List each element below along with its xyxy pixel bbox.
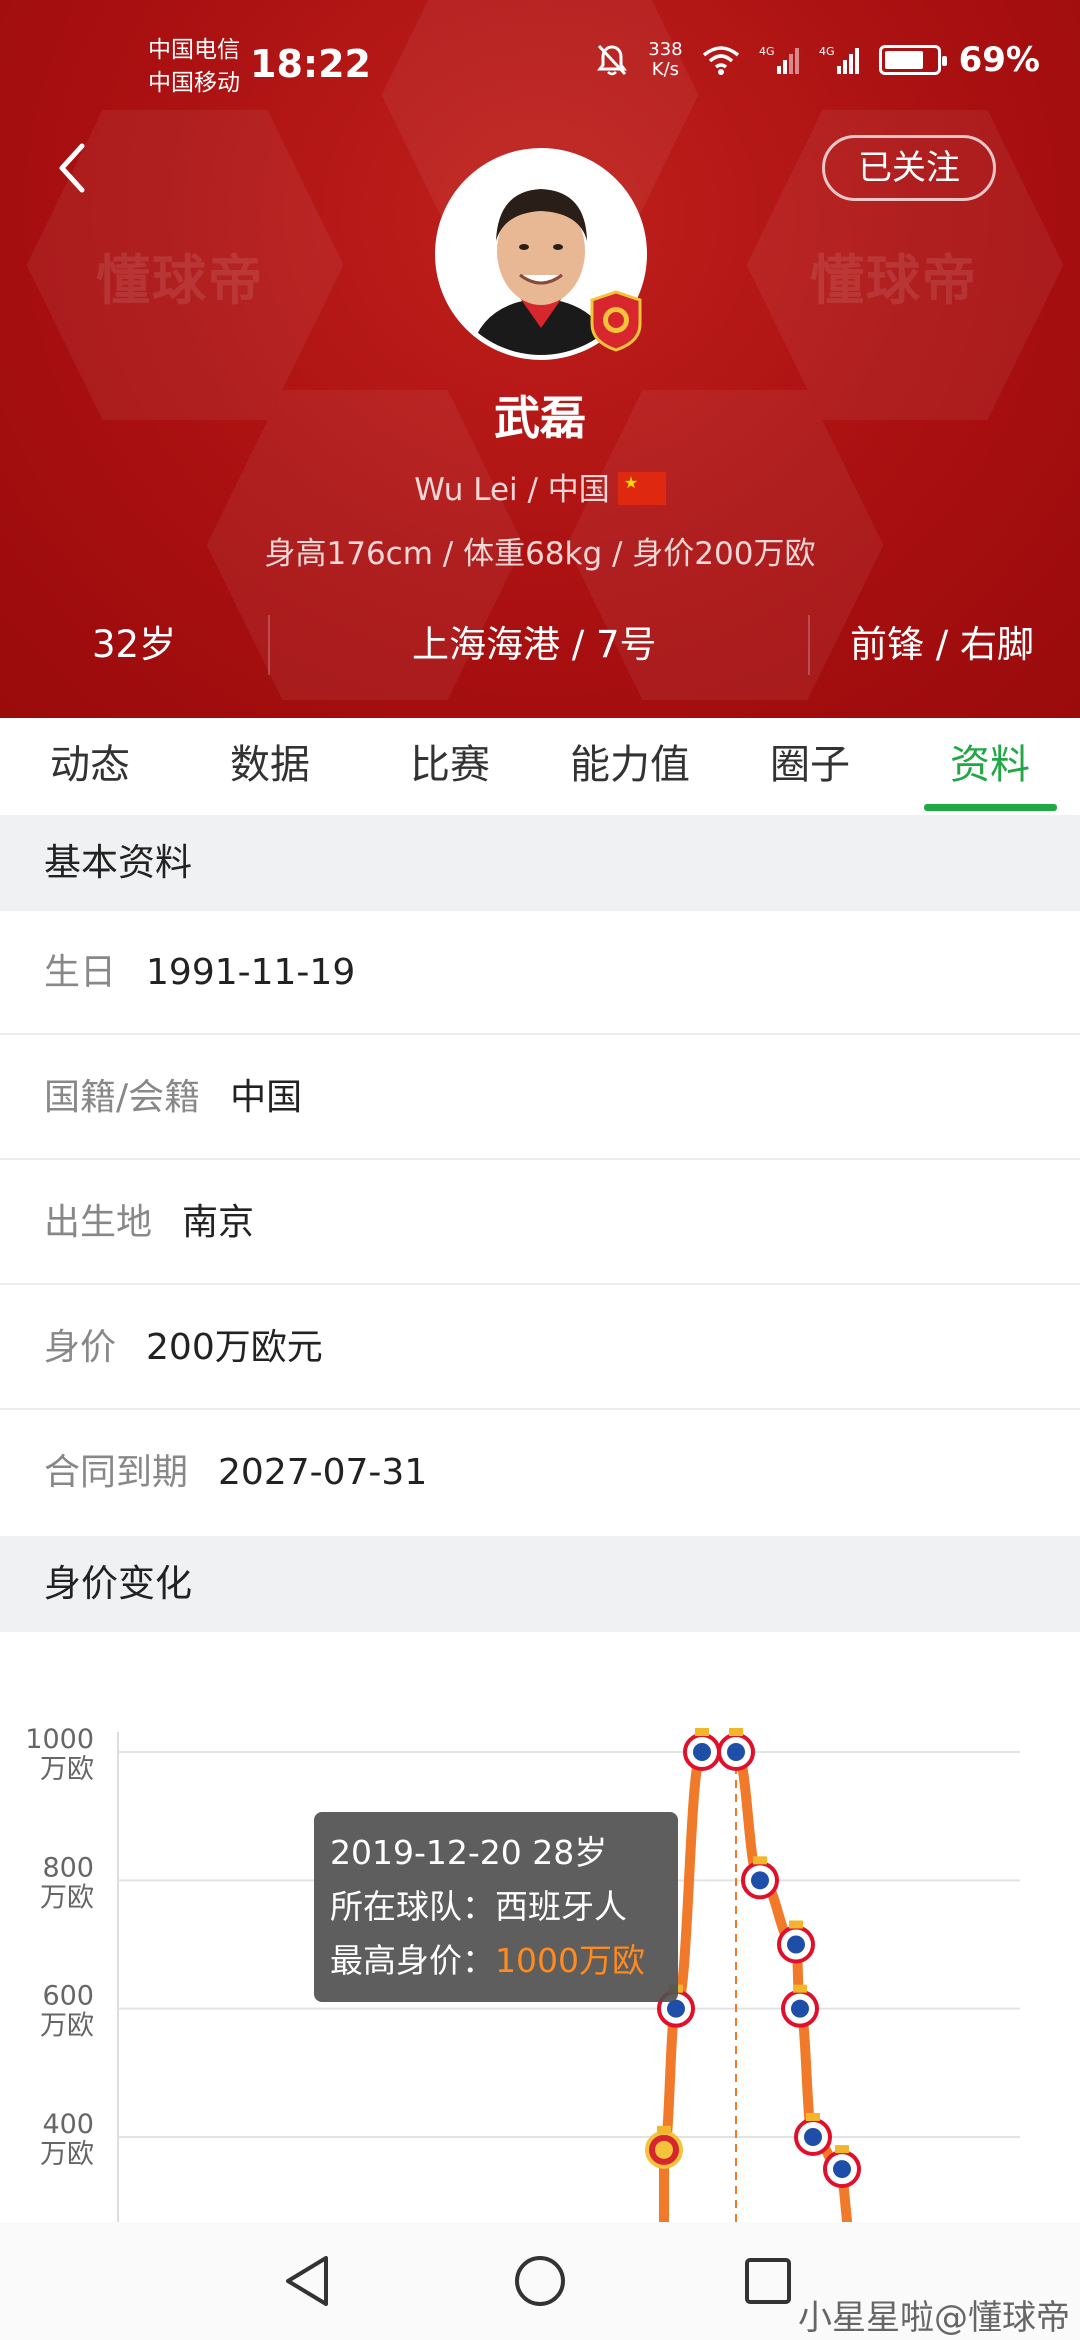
club-badge-icon (590, 290, 642, 352)
status-bar: 中国电信 中国移动 18:22 338 K/s 4G 4G 69% (0, 0, 1080, 130)
detail-label: 身价 (44, 1327, 117, 1368)
detail-label: 出生地 (44, 1202, 153, 1243)
tooltip-team-value: 西班牙人 (495, 1887, 627, 1926)
tab-profile[interactable]: 资料 (900, 718, 1080, 813)
tooltip-value-amount: 1000万欧 (495, 1941, 645, 1980)
tab-circle[interactable]: 圈子 (720, 718, 900, 813)
status-time: 18:22 (250, 42, 371, 86)
market-value-chart: 1000 万欧 800 万欧 600 万欧 400 万欧 2019-12-20 28岁 所在球… (0, 1632, 1080, 2222)
detail-row-birthplace: 出生地 南京 (0, 1161, 1080, 1285)
battery-percent: 69% (958, 40, 1040, 80)
data-point-badge-crown (835, 2145, 849, 2154)
detail-row-birthday: 生日 1991-11-19 (0, 911, 1080, 1035)
data-point-badge-crown (793, 1984, 807, 1993)
active-tab-indicator (924, 804, 1057, 811)
detail-value: 南京 (182, 1202, 255, 1243)
carrier-1: 中国电信 (148, 37, 240, 63)
data-point-badge-core (693, 1743, 711, 1761)
back-arrow-icon[interactable] (48, 138, 98, 198)
net-speed-value: 338 (648, 39, 683, 60)
player-physical-stats: 身高176cm / 体重68kg / 身价200万欧 (264, 536, 816, 572)
basic-info-title: 基本资料 (0, 815, 1080, 911)
player-subtitle: Wu Lei / 中国 ★ (0, 464, 1080, 509)
y-tick-unit: 万欧 (40, 1882, 94, 1913)
y-tick-unit: 万欧 (40, 2011, 94, 2042)
nav-recents-icon[interactable] (735, 2248, 801, 2314)
tooltip-value: 最高身价：1000万欧 (330, 1934, 662, 1988)
y-tick-label: 800 (42, 1852, 94, 1883)
player-info-row: 32岁 上海海港 / 7号 前锋 / 右脚 (0, 612, 1080, 678)
svg-text:4G: 4G (759, 45, 775, 58)
detail-value: 2027-07-31 (218, 1452, 428, 1493)
y-tick-label: 400 (42, 2109, 94, 2140)
data-point-badge-core (791, 1999, 809, 2018)
data-point-badge-core (751, 1871, 769, 1890)
detail-value: 1991-11-19 (146, 952, 356, 993)
battery-level (884, 51, 924, 69)
signal-4g-icon: 4G (759, 45, 799, 74)
player-name-nationality: Wu Lei / 中国 (414, 472, 610, 508)
signal-4g-icon: 4G (819, 45, 859, 74)
tooltip-team-label: 所在球队： (330, 1887, 495, 1926)
detail-label: 国籍/会籍 (44, 1077, 201, 1118)
tab-ability[interactable]: 能力值 (540, 718, 720, 813)
data-point-badge-core (727, 1743, 745, 1761)
value-change-title: 身价变化 (0, 1536, 1080, 1632)
data-point-badge-crown (695, 1728, 709, 1736)
detail-label: 合同到期 (44, 1452, 189, 1493)
player-position-foot: 前锋 / 右脚 (850, 623, 1034, 666)
mute-notification-icon (597, 44, 628, 76)
y-tick-unit: 万欧 (40, 2139, 94, 2170)
wifi-icon (702, 46, 739, 75)
data-point-badge-crown (657, 2125, 671, 2134)
detail-row-market-value: 身价 200万欧元 (0, 1286, 1080, 1410)
player-name: 武磊 (494, 391, 586, 445)
data-point-badge-crown (729, 1728, 743, 1736)
divider (268, 615, 270, 675)
divider (808, 615, 810, 675)
net-speed-unit: K/s (651, 59, 680, 80)
network-speed: 338 K/s (648, 40, 682, 80)
tooltip-value-label: 最高身价： (330, 1941, 495, 1980)
nav-back-icon[interactable] (276, 2248, 342, 2314)
y-tick-label: 600 (42, 1981, 94, 2012)
y-tick-label: 1000 (25, 1724, 94, 1755)
detail-row-contract: 合同到期 2027-07-31 (0, 1411, 1080, 1535)
player-age: 32岁 (92, 623, 177, 666)
tooltip-team: 所在球队：西班牙人 (330, 1880, 662, 1934)
player-header: 懂球帝 懂球帝 中国电信 中国移动 18:22 338 K/s 4G 4G 69… (0, 0, 1080, 718)
data-point-badge-core (667, 1999, 685, 2018)
tab-matches[interactable]: 比赛 (360, 718, 540, 813)
nav-home-icon[interactable] (507, 2248, 573, 2314)
header-watermark: 懂球帝 (810, 249, 978, 312)
detail-value: 200万欧元 (146, 1327, 323, 1368)
data-point-badge-crown (806, 2113, 820, 2121)
y-tick-unit: 万欧 (40, 1754, 94, 1785)
status-icons: 338 K/s 4G 4G 69% (594, 40, 1040, 80)
carrier-names: 中国电信 中国移动 (148, 34, 240, 100)
follow-button[interactable]: 已关注 (822, 135, 996, 201)
chart-tooltip: 2019-12-20 28岁 所在球队：西班牙人 最高身价：1000万欧 (314, 1812, 678, 2002)
profile-tabs: 动态 数据 比赛 能力值 圈子 资料 (0, 718, 1080, 813)
data-point-badge-core (833, 2160, 851, 2179)
tab-data[interactable]: 数据 (180, 718, 360, 813)
data-point-badge-core (655, 2140, 673, 2159)
tab-dynamics[interactable]: 动态 (0, 718, 180, 813)
source-watermark: 小星星啦@懂球帝 (798, 2298, 1070, 2338)
data-point-badge-core (804, 2128, 822, 2146)
battery-icon (878, 45, 947, 75)
svg-text:4G: 4G (819, 45, 835, 58)
carrier-2: 中国移动 (148, 70, 240, 96)
detail-value: 中国 (230, 1077, 303, 1118)
data-point-badge-crown (753, 1856, 767, 1865)
player-club-number: 上海海港 / 7号 (412, 623, 657, 666)
data-point-badge-crown (789, 1920, 803, 1929)
header-watermark: 懂球帝 (96, 249, 264, 312)
tooltip-date-age: 2019-12-20 28岁 (330, 1833, 608, 1872)
detail-row-nationality: 国籍/会籍 中国 (0, 1036, 1080, 1160)
detail-label: 生日 (44, 952, 117, 993)
china-flag-icon: ★ (617, 472, 666, 505)
data-point-badge-core (787, 1935, 805, 1954)
